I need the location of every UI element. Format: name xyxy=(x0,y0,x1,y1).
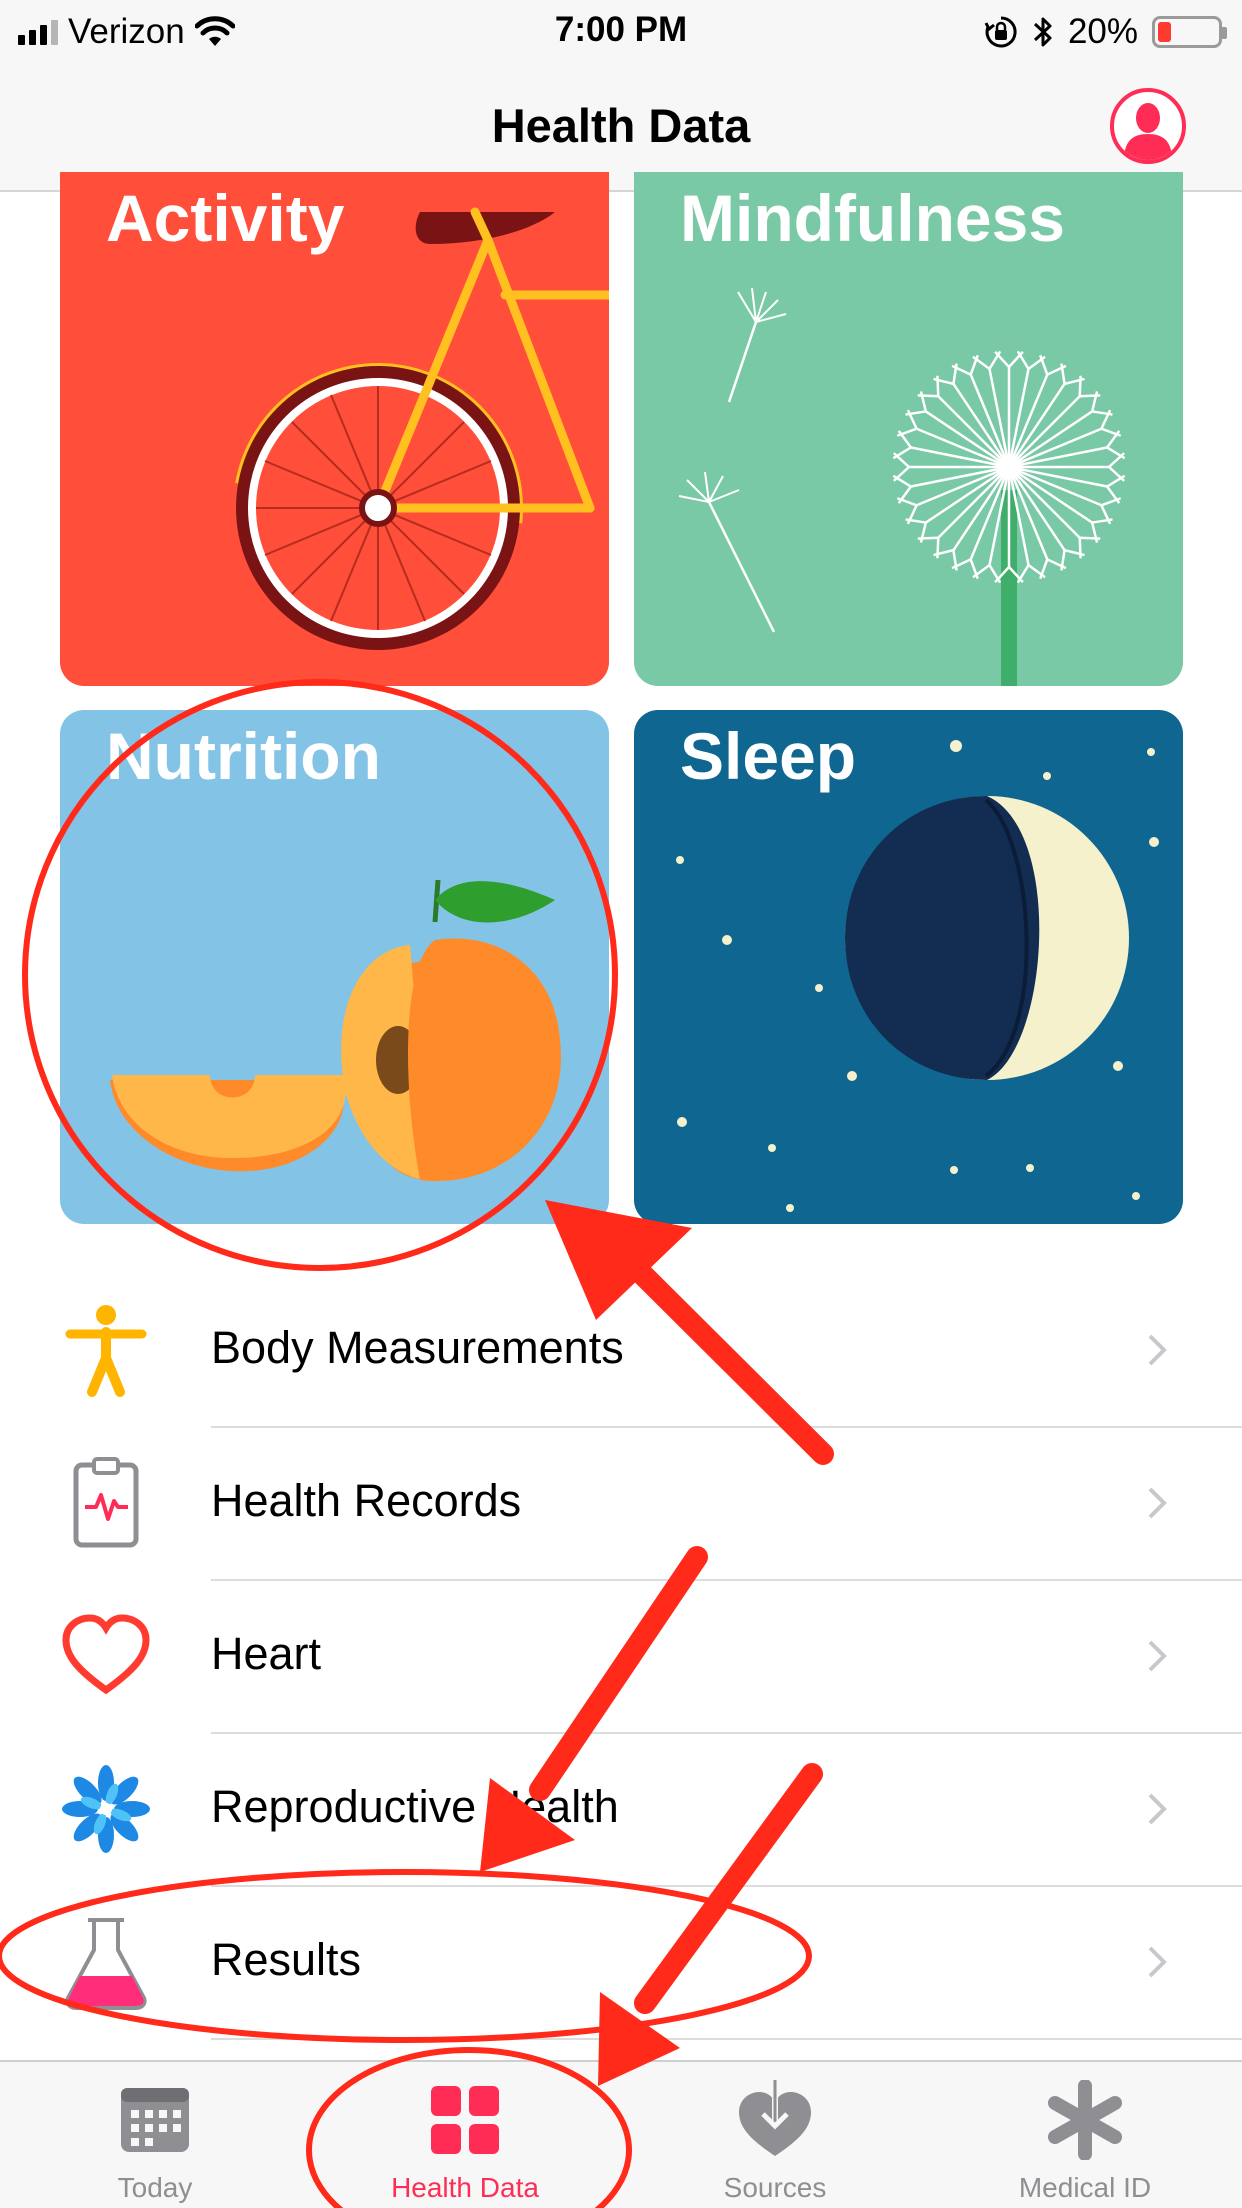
status-bar: Verizon 7:00 PM 20% xyxy=(0,0,1242,64)
chevron-right-icon xyxy=(1148,1334,1167,1366)
profile-button[interactable] xyxy=(1110,88,1186,164)
nutrition-title: Nutrition xyxy=(106,719,381,793)
list-item-results[interactable]: Results xyxy=(0,1886,1242,2039)
battery-percent: 20% xyxy=(1067,12,1138,51)
dandelion-seed-ray xyxy=(1008,466,1081,539)
tab-sources[interactable]: Sources xyxy=(620,2062,930,2208)
mindfulness-tile[interactable]: Mindfulness xyxy=(634,172,1183,686)
tab-label: Medical ID xyxy=(1018,2172,1152,2203)
list-item-body-measurements[interactable]: Body Measurements xyxy=(0,1274,1242,1427)
bluetooth-icon xyxy=(1033,17,1052,47)
battery-icon xyxy=(1152,16,1227,48)
dandelion-seed-ray xyxy=(937,395,1010,468)
tab-medical-id[interactable]: Medical ID xyxy=(930,2062,1240,2208)
orientation-lock-icon xyxy=(984,16,1017,48)
list-item-heart[interactable]: Heart xyxy=(0,1580,1242,1733)
dandelion-seed-ray xyxy=(937,466,1010,539)
heart-download-icon xyxy=(739,2080,811,2156)
sleep-tile[interactable]: Sleep xyxy=(634,710,1183,1224)
tab-label: Health Data xyxy=(391,2172,539,2203)
grid-icon xyxy=(431,2086,499,2154)
sleep-title: Sleep xyxy=(680,719,857,793)
separator xyxy=(211,2038,1242,2040)
list-item-reproductive-health[interactable]: Reproductive Health xyxy=(0,1733,1242,1886)
chevron-right-icon xyxy=(1148,1640,1167,1672)
profile-avatar-icon xyxy=(1124,103,1172,160)
list-item-label: Results xyxy=(211,1934,362,1985)
chevron-right-icon xyxy=(1148,1487,1167,1519)
page-title: Health Data xyxy=(491,99,751,152)
list-item-label: Health Records xyxy=(211,1475,522,1526)
body-figure-icon xyxy=(65,1305,147,1397)
chevron-right-icon xyxy=(1148,1946,1167,1978)
tab-label: Sources xyxy=(723,2172,827,2203)
list-item-health-records[interactable]: Health Records xyxy=(0,1427,1242,1580)
nutrition-tile[interactable]: Nutrition xyxy=(60,710,609,1224)
list-item-label: Heart xyxy=(211,1628,322,1679)
heart-icon xyxy=(62,1614,150,1695)
mindfulness-title: Mindfulness xyxy=(680,181,1066,255)
chevron-right-icon xyxy=(1148,1793,1167,1825)
flower-icon xyxy=(62,1765,150,1853)
calendar-icon xyxy=(121,2088,189,2152)
list-item-label: Body Measurements xyxy=(211,1322,624,1373)
activity-tile[interactable]: Activity xyxy=(60,172,609,686)
activity-title: Activity xyxy=(106,181,345,255)
tab-label: Today xyxy=(117,2172,193,2203)
flask-icon xyxy=(65,1918,147,2010)
tab-health-data[interactable]: Health Data xyxy=(310,2062,620,2208)
list-item-label: Reproductive Health xyxy=(211,1781,619,1832)
clipboard-icon xyxy=(73,1457,139,1548)
tab-bar: Today Health Data Sources Medical ID xyxy=(0,2060,1242,2208)
tab-today[interactable]: Today xyxy=(0,2062,310,2208)
asterisk-icon xyxy=(1048,2080,1122,2160)
dandelion-seed-ray xyxy=(1008,395,1081,468)
status-right: 20% xyxy=(984,10,1227,54)
